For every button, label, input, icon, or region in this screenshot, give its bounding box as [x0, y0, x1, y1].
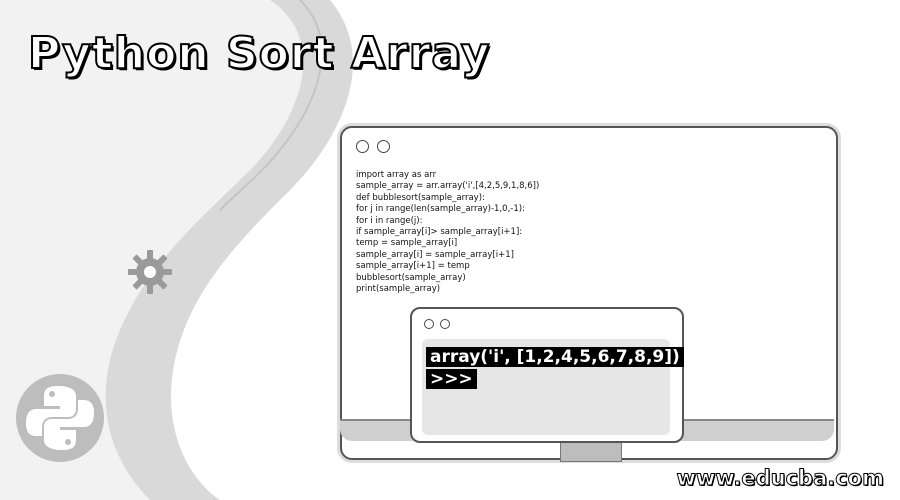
window-dot-icon: [377, 140, 390, 153]
code-line: print(sample_array): [356, 284, 441, 295]
window-controls: [356, 140, 390, 153]
output-prompt: >>>: [426, 369, 477, 389]
output-panel: array('i', [1,2,4,5,6,7,8,9]) >>>: [422, 339, 684, 435]
footer-url[interactable]: www.educba.com: [676, 466, 884, 491]
window-dot-icon: [440, 319, 450, 329]
monitor-stand: [560, 440, 622, 462]
code-line: for j in range(len(sample_array)-1,0,-1)…: [356, 204, 525, 215]
window-controls: [424, 319, 450, 329]
window-dot-icon: [424, 319, 434, 329]
page-title: Python Sort Array: [27, 27, 491, 80]
output-result: array('i', [1,2,4,5,6,7,8,9]): [426, 347, 684, 367]
code-line: sample_array[i] = sample_array[i+1]: [356, 249, 514, 260]
code-line: temp = sample_array[i]: [356, 238, 458, 249]
code-line: def bubblesort(sample_array):: [356, 192, 485, 203]
code-line: if sample_array[i]> sample_array[i+1]:: [356, 227, 523, 238]
code-line: sample_array = arr.array('i',[4,2,5,9,1,…: [356, 181, 540, 192]
code-line: bubblesort(sample_array): [356, 272, 466, 283]
code-line: sample_array[i+1] = temp: [356, 261, 470, 272]
code-line: for i in range(j):: [356, 215, 423, 226]
output-window: array('i', [1,2,4,5,6,7,8,9]) >>>: [410, 307, 684, 443]
code-block: import array as arr sample_array = arr.a…: [356, 170, 539, 295]
gear-icon: [128, 250, 172, 294]
window-dot-icon: [356, 140, 369, 153]
python-logo-icon: [16, 374, 104, 462]
code-line: import array as arr: [356, 170, 437, 180]
